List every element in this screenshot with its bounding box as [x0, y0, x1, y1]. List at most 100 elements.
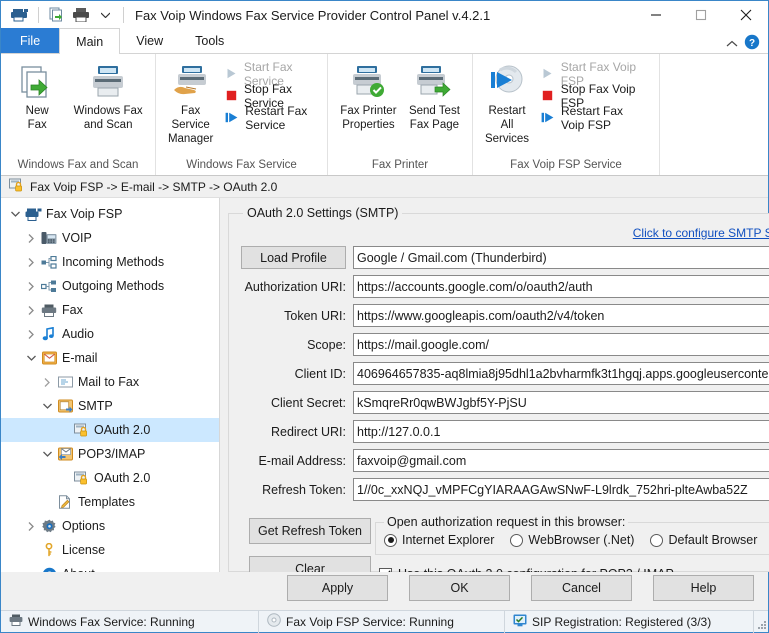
- radio-internet-explorer[interactable]: Internet Explorer: [384, 533, 494, 547]
- ok-button[interactable]: OK: [409, 575, 510, 601]
- tree-item-label: OAuth 2.0: [94, 423, 151, 437]
- redirect-uri-field[interactable]: http://127.0.0.1: [353, 420, 769, 443]
- send-test-fax-page-button[interactable]: Send Test Fax Page: [403, 59, 466, 135]
- chevron-down-icon[interactable]: [7, 202, 23, 226]
- radio-webbrowser-net[interactable]: WebBrowser (.Net): [510, 533, 634, 547]
- token-uri-field[interactable]: https://www.googleapis.com/oauth2/v4/tok…: [353, 304, 769, 327]
- fax-voip-fsp-icon: [23, 208, 43, 221]
- get-refresh-token-button[interactable]: Get Refresh Token: [249, 518, 371, 544]
- tab-tools[interactable]: Tools: [179, 28, 240, 53]
- fax-printer-icon[interactable]: [9, 5, 31, 25]
- oauth-lock-icon: [9, 178, 24, 195]
- tree-item-label: E-mail: [62, 351, 98, 365]
- tree-item-label: Audio: [62, 327, 94, 341]
- stop-icon: [225, 90, 237, 101]
- tree-item-templates[interactable]: Templates: [1, 490, 219, 514]
- tab-file[interactable]: File: [1, 28, 60, 53]
- tab-view[interactable]: View: [120, 28, 179, 53]
- tree-item-label: Mail to Fax: [78, 375, 140, 389]
- tree-item-label: SMTP: [78, 399, 113, 413]
- tree-item-smtp[interactable]: SMTP: [1, 394, 219, 418]
- tree-item-license[interactable]: License: [1, 538, 219, 562]
- client-secret-field[interactable]: kSmqreRr0qwBWJgbf5Y-PjSU: [353, 391, 769, 414]
- minimize-button[interactable]: [633, 1, 678, 29]
- profile-selected-value: Google / Gmail.com (Thunderbird): [357, 250, 547, 265]
- chevron-down-icon[interactable]: [39, 442, 55, 466]
- quick-access-toolbar: [1, 5, 129, 25]
- tree-item-about[interactable]: ? About: [1, 562, 219, 572]
- tree-item-label: Templates: [78, 495, 135, 509]
- print-icon[interactable]: [70, 5, 92, 25]
- load-profile-button[interactable]: Load Profile: [241, 246, 346, 269]
- scope-row: Scope: https://mail.google.com/: [241, 333, 769, 356]
- authorization-uri-field[interactable]: https://accounts.google.com/o/oauth2/aut…: [353, 275, 769, 298]
- fax-service-manager-icon: [172, 62, 210, 102]
- status-bar: Windows Fax Service: Running Fax Voip FS…: [1, 610, 768, 633]
- profile-combobox[interactable]: Google / Gmail.com (Thunderbird): [353, 246, 769, 269]
- maximize-button[interactable]: [678, 1, 723, 29]
- client-id-field[interactable]: 406964657835-aq8lmia8j95dhl1a2bvharmfk3t…: [353, 362, 769, 385]
- tree-item-pop3-imap[interactable]: POP3/IMAP: [1, 442, 219, 466]
- application-window: Fax Voip Windows Fax Service Provider Co…: [0, 0, 769, 633]
- email-address-field[interactable]: faxvoip@gmail.com: [353, 449, 769, 472]
- fax-printer-properties-button[interactable]: Fax Printer Properties: [334, 59, 403, 135]
- tree-item-mail-to-fax[interactable]: Mail to Fax: [1, 370, 219, 394]
- help-button[interactable]: Help: [653, 575, 754, 601]
- templates-icon: [55, 495, 75, 509]
- restart-fax-service-button[interactable]: Restart Fax Service: [219, 104, 321, 132]
- restart-fax-voip-fsp-button[interactable]: Restart Fax Voip FSP: [535, 104, 653, 132]
- chevron-right-icon[interactable]: [23, 322, 39, 346]
- chevron-down-icon[interactable]: [23, 346, 39, 370]
- chevron-right-icon[interactable]: [39, 370, 55, 394]
- ribbon-tab-strip: File Main View Tools ?: [1, 28, 768, 54]
- radio-default-browser[interactable]: Default Browser: [650, 533, 757, 547]
- restart-icon: [225, 112, 238, 123]
- chevron-right-icon[interactable]: [23, 274, 39, 298]
- tree-item-voip[interactable]: VOIP: [1, 226, 219, 250]
- email-icon: [39, 351, 59, 365]
- close-button[interactable]: [723, 1, 768, 29]
- cancel-button[interactable]: Cancel: [531, 575, 632, 601]
- tree-item-label: POP3/IMAP: [78, 447, 146, 461]
- resize-grip[interactable]: [754, 611, 768, 633]
- tree-item-oauth-smtp[interactable]: OAuth 2.0: [1, 418, 219, 442]
- customize-qat-icon[interactable]: [94, 5, 116, 25]
- restart-all-services-button[interactable]: Restart All Services: [479, 59, 535, 149]
- help-icon[interactable]: ?: [744, 34, 760, 53]
- new-fax-button[interactable]: New Fax: [7, 59, 67, 135]
- chevron-right-icon[interactable]: [23, 250, 39, 274]
- tree-item-oauth-pop3[interactable]: OAuth 2.0: [1, 466, 219, 490]
- restart-all-services-label-line2: Services: [484, 133, 530, 145]
- chevron-down-icon[interactable]: [39, 394, 55, 418]
- new-fax-icon[interactable]: [46, 5, 68, 25]
- play-icon: [541, 68, 554, 79]
- send-test-fax-icon: [415, 62, 453, 102]
- tree-item-incoming-methods[interactable]: Incoming Methods: [1, 250, 219, 274]
- collapse-ribbon-icon[interactable]: [726, 37, 738, 51]
- client-secret-label: Client Secret:: [270, 395, 346, 410]
- tree-item-label: Fax: [62, 303, 83, 317]
- fax-service-manager-button[interactable]: Fax Service Manager: [162, 59, 219, 149]
- tab-main[interactable]: Main: [59, 28, 121, 54]
- apply-button[interactable]: Apply: [287, 575, 388, 601]
- navigation-tree[interactable]: Fax Voip FSP VOIP Incoming Methods Outgo…: [1, 198, 220, 572]
- chevron-right-icon[interactable]: [23, 298, 39, 322]
- tree-item-email[interactable]: E-mail: [1, 346, 219, 370]
- configure-smtp-settings-link[interactable]: Click to configure SMTP Settings: [633, 226, 769, 240]
- refresh-token-field[interactable]: 1//0c_xxNQJ_vMPFCgYIARAAGAwSNwF-L9lrdk_7…: [353, 478, 769, 501]
- restart-all-services-label-line1: Restart All: [488, 105, 526, 131]
- windows-fax-and-scan-button[interactable]: Windows Fax and Scan: [67, 59, 149, 135]
- tree-item-audio[interactable]: Audio: [1, 322, 219, 346]
- tree-item-outgoing-methods[interactable]: Outgoing Methods: [1, 274, 219, 298]
- windows-fax-service-actions: Start Fax Service Stop Fax Service Resta…: [219, 59, 321, 132]
- tree-item-options[interactable]: Options: [1, 514, 219, 538]
- radio-default-browser-label: Default Browser: [668, 533, 758, 547]
- options-gear-icon: [39, 519, 59, 534]
- chevron-right-icon[interactable]: [23, 514, 39, 538]
- window-buttons: [633, 1, 768, 29]
- tree-item-fax[interactable]: Fax: [1, 298, 219, 322]
- smtp-icon: [55, 399, 75, 413]
- tree-item-fax-voip-fsp[interactable]: Fax Voip FSP: [1, 202, 219, 226]
- chevron-right-icon[interactable]: [23, 226, 39, 250]
- scope-field[interactable]: https://mail.google.com/: [353, 333, 769, 356]
